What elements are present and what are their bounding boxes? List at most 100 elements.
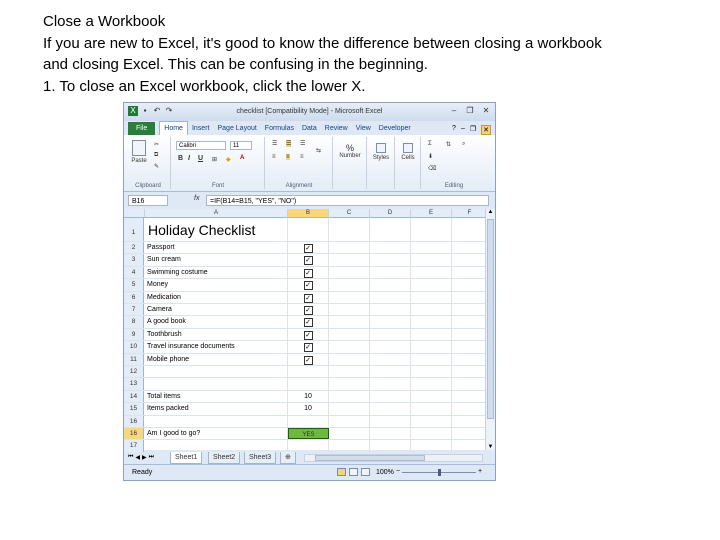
empty-cell[interactable]: [411, 242, 452, 254]
row-header[interactable]: 6: [124, 291, 144, 303]
empty-cell[interactable]: [329, 366, 370, 378]
item-cell[interactable]: [145, 440, 288, 452]
align-center-icon[interactable]: ≡: [286, 154, 290, 160]
first-sheet-icon[interactable]: ⏮: [128, 454, 133, 461]
tab-insert[interactable]: Insert: [188, 122, 214, 135]
autosum-icon[interactable]: Σ: [428, 141, 432, 147]
empty-cell[interactable]: [411, 254, 452, 266]
checkmark-icon[interactable]: ✓: [303, 293, 313, 303]
empty-cell[interactable]: [411, 353, 452, 365]
row-header[interactable]: 4: [124, 266, 144, 279]
checkmark-icon[interactable]: ✓: [303, 268, 313, 278]
bold-icon[interactable]: B: [178, 155, 183, 162]
value-cell[interactable]: [288, 366, 329, 378]
empty-cell[interactable]: [411, 378, 452, 390]
row-header[interactable]: 2: [124, 242, 144, 254]
tab-review[interactable]: Review: [321, 122, 352, 135]
row-header[interactable]: 15: [124, 403, 144, 415]
empty-cell[interactable]: [411, 316, 452, 328]
value-cell[interactable]: 10: [288, 390, 329, 403]
empty-cell[interactable]: [370, 304, 411, 316]
row-header[interactable]: 11: [124, 353, 144, 365]
empty-cell[interactable]: [370, 254, 411, 266]
checkmark-icon[interactable]: ✓: [303, 306, 313, 315]
format-painter-icon[interactable]: ✎: [154, 163, 159, 170]
checkbox-cell[interactable]: ✓: [288, 279, 329, 291]
clear-icon[interactable]: ⌫: [428, 165, 436, 172]
item-cell[interactable]: Mobile phone: [145, 353, 288, 365]
value-cell[interactable]: [288, 378, 329, 390]
empty-cell[interactable]: [329, 403, 370, 415]
align-left-icon[interactable]: ≡: [272, 154, 276, 160]
checkmark-icon[interactable]: ✓: [303, 281, 313, 291]
empty-cell[interactable]: [411, 279, 452, 291]
empty-cell[interactable]: [329, 415, 370, 427]
empty-cell[interactable]: [329, 266, 370, 279]
empty-cell[interactable]: [411, 403, 452, 415]
align-top-icon[interactable]: ☰: [272, 140, 277, 147]
checkmark-icon[interactable]: ✓: [303, 330, 313, 340]
next-sheet-icon[interactable]: ▶: [142, 454, 147, 461]
checkmark-icon[interactable]: ✓: [303, 244, 313, 253]
paste-button[interactable]: Paste: [130, 140, 148, 164]
tab-data[interactable]: Data: [298, 122, 321, 135]
empty-cell[interactable]: [329, 218, 370, 241]
item-cell[interactable]: Medication: [145, 291, 288, 303]
sheet-tab-sheet1[interactable]: Sheet1: [170, 452, 203, 464]
checkbox-cell[interactable]: ✓: [288, 328, 329, 341]
empty-cell[interactable]: [370, 440, 411, 452]
checkmark-icon[interactable]: ✓: [303, 355, 313, 365]
align-middle-icon[interactable]: ☰: [286, 140, 292, 147]
empty-cell[interactable]: [329, 390, 370, 403]
empty-cell[interactable]: [411, 415, 452, 427]
row-header[interactable]: 14: [124, 390, 144, 403]
empty-cell[interactable]: [411, 428, 452, 440]
empty-cell[interactable]: [329, 316, 370, 328]
tab-formulas[interactable]: Formulas: [261, 122, 298, 135]
find-select-icon[interactable]: ⌕: [462, 141, 465, 148]
item-cell[interactable]: Money: [145, 279, 288, 291]
column-header-c[interactable]: C: [329, 209, 370, 218]
empty-cell[interactable]: [370, 415, 411, 427]
checkbox-cell[interactable]: ✓: [288, 291, 329, 303]
empty-cell[interactable]: [370, 328, 411, 341]
empty-cell[interactable]: [370, 378, 411, 390]
copy-icon[interactable]: ⧉: [154, 152, 158, 159]
zoom-in-icon[interactable]: +: [478, 468, 482, 475]
cells-button[interactable]: Cells: [398, 143, 418, 161]
item-cell[interactable]: [145, 366, 288, 378]
formula-input[interactable]: =IF(B14=B15, "YES", "NO"): [206, 195, 489, 206]
page-layout-view-icon[interactable]: [349, 468, 358, 476]
page-break-view-icon[interactable]: [361, 468, 370, 476]
italic-icon[interactable]: I: [188, 155, 190, 162]
empty-cell[interactable]: [329, 279, 370, 291]
item-cell[interactable]: Am I good to go?: [145, 428, 288, 440]
value-cell[interactable]: 10: [288, 403, 329, 415]
last-sheet-icon[interactable]: ⏭: [149, 454, 154, 461]
row-header[interactable]: 16: [124, 415, 144, 427]
checkmark-icon[interactable]: ✓: [303, 318, 313, 328]
font-size-select[interactable]: 11: [230, 141, 252, 150]
empty-cell[interactable]: [329, 428, 370, 440]
workbook-minimize-icon[interactable]: –: [461, 125, 465, 135]
empty-cell[interactable]: [329, 353, 370, 365]
scroll-down-icon[interactable]: ▼: [486, 444, 495, 450]
item-cell[interactable]: Travel insurance documents: [145, 341, 288, 353]
row-header[interactable]: 5: [124, 279, 144, 291]
cut-icon[interactable]: ✂: [154, 141, 159, 148]
item-cell[interactable]: A good book: [145, 316, 288, 328]
tab-home[interactable]: Home: [159, 121, 188, 135]
empty-cell[interactable]: [370, 353, 411, 365]
item-cell[interactable]: Total items: [145, 390, 288, 403]
result-cell-selected[interactable]: YES: [288, 428, 329, 440]
empty-cell[interactable]: [411, 266, 452, 279]
item-cell[interactable]: [145, 378, 288, 390]
row-header[interactable]: 16: [124, 428, 144, 440]
column-header-d[interactable]: D: [370, 209, 411, 218]
item-cell[interactable]: Sun cream: [145, 254, 288, 266]
item-cell[interactable]: Toothbrush: [145, 328, 288, 341]
empty-cell[interactable]: [411, 304, 452, 316]
empty-cell[interactable]: [370, 266, 411, 279]
empty-cell[interactable]: [411, 390, 452, 403]
row-header[interactable]: 9: [124, 328, 144, 341]
